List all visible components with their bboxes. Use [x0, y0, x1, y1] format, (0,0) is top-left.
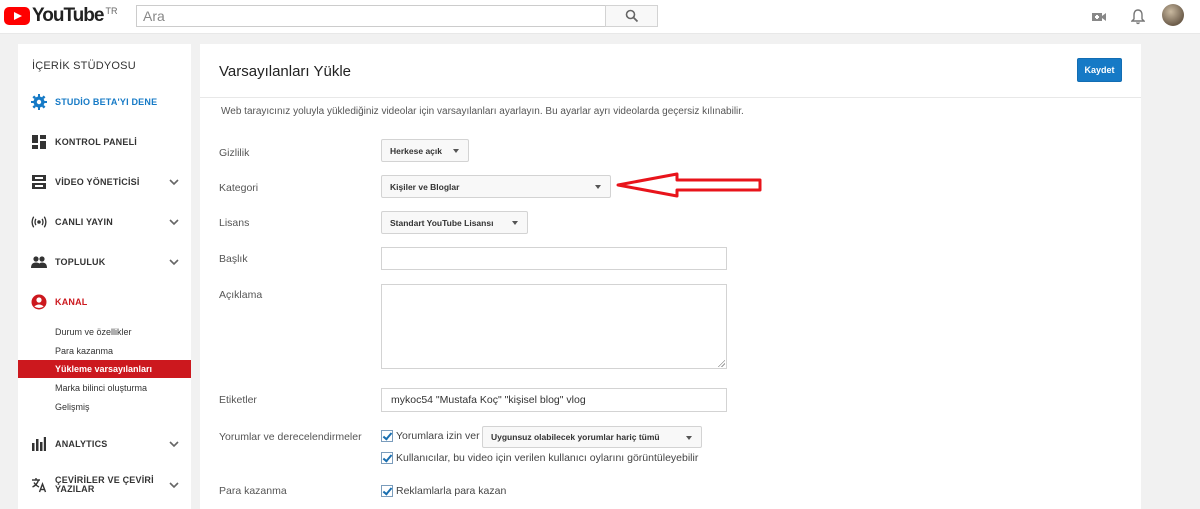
- sidebar-item-label: TOPLULUK: [55, 257, 106, 267]
- save-button[interactable]: Kaydet: [1077, 58, 1122, 82]
- search-button[interactable]: [605, 5, 658, 27]
- caret-down-icon: [686, 436, 692, 440]
- category-value: Kişiler ve Bloglar: [390, 181, 460, 192]
- comments-label: Yorumlar ve derecelendirmeler: [219, 431, 362, 443]
- category-label: Kategori: [219, 182, 259, 194]
- top-bar: YouTube TR: [0, 0, 1200, 34]
- privacy-dropdown[interactable]: Herkese açık: [381, 139, 469, 162]
- sidebar-subitem-status[interactable]: Durum ve özellikler: [18, 323, 191, 341]
- annotation-arrow: [616, 172, 762, 198]
- dashboard-icon: [31, 134, 47, 150]
- sidebar-item-label-line2: YAZILAR: [55, 484, 95, 494]
- comment-filter-value: Uygunsuz olabilecek yorumlar hariç tümü: [491, 432, 660, 442]
- sidebar-item-label: CANLI YAYIN: [55, 217, 113, 227]
- divider: [200, 97, 1141, 98]
- sidebar-item-label: STUDİO BETA'YI DENE: [55, 97, 158, 107]
- title-label: Başlık: [219, 253, 248, 265]
- chevron-down-icon[interactable]: [169, 217, 179, 227]
- youtube-play-icon: [4, 7, 30, 25]
- resize-handle[interactable]: [717, 359, 725, 367]
- ads-row[interactable]: Reklamlarla para kazan: [381, 485, 506, 497]
- description-label: Açıklama: [219, 289, 263, 301]
- allow-comments-label: Yorumlara izin ver: [396, 430, 480, 442]
- allow-comments-row[interactable]: Yorumlara izin ver: [381, 430, 480, 442]
- sidebar-item-label: ANALYTICS: [55, 439, 108, 449]
- analytics-icon: [31, 436, 47, 452]
- sidebar-item-video-manager[interactable]: VİDEO YÖNETİCİSİ: [18, 172, 191, 192]
- live-icon: [31, 214, 47, 230]
- tags-input[interactable]: mykoc54 "Mustafa Koç" "kişisel blog" vlo…: [381, 388, 727, 412]
- privacy-label: Gizlilik: [219, 147, 250, 159]
- sidebar-item-label: ÇEVİRİLER VE ÇEVİRİ YAZILAR: [55, 476, 154, 494]
- chevron-down-icon[interactable]: [169, 177, 179, 187]
- video-camera-icon[interactable]: [1089, 7, 1109, 27]
- license-label: Lisans: [219, 217, 250, 229]
- ads-checkbox[interactable]: [381, 485, 393, 497]
- ads-label: Reklamlarla para kazan: [396, 485, 507, 497]
- sidebar-subitem-branding[interactable]: Marka bilinci oluşturma: [18, 379, 191, 397]
- sidebar-item-label: KONTROL PANELİ: [55, 137, 137, 147]
- main-panel: Varsayılanları Yükle Kaydet Web tarayıcı…: [200, 44, 1141, 509]
- chevron-down-icon[interactable]: [169, 439, 179, 449]
- sidebar-subitem-upload-defaults[interactable]: Yükleme varsayılanları: [18, 360, 191, 378]
- sidebar-item-studio-beta[interactable]: STUDİO BETA'YI DENE: [18, 92, 191, 112]
- sidebar-item-translations[interactable]: ÇEVİRİLER VE ÇEVİRİ YAZILAR: [18, 474, 191, 496]
- gear-icon: [31, 94, 47, 110]
- youtube-logo[interactable]: YouTube TR: [4, 5, 118, 27]
- country-code: TR: [105, 6, 118, 16]
- tags-label: Etiketler: [219, 394, 257, 406]
- title-input[interactable]: [381, 247, 727, 270]
- page-title: Varsayılanları Yükle: [219, 63, 352, 80]
- avatar[interactable]: [1162, 4, 1184, 26]
- search-box: [136, 5, 606, 27]
- sidebar-item-label: KANAL: [55, 297, 88, 307]
- caret-down-icon: [512, 221, 518, 225]
- page-description: Web tarayıcınız yoluyla yüklediğiniz vid…: [221, 106, 744, 117]
- allow-comments-checkbox[interactable]: [381, 430, 393, 442]
- license-value: Standart YouTube Lisansı: [390, 217, 494, 228]
- search-icon: [625, 9, 638, 23]
- sidebar-item-analytics[interactable]: ANALYTICS: [18, 434, 191, 454]
- monetization-label: Para kazanma: [219, 485, 287, 497]
- sidebar-title: İÇERİK STÜDYOSU: [32, 60, 136, 72]
- description-textarea[interactable]: [381, 284, 727, 369]
- people-icon: [31, 254, 47, 270]
- translate-icon: [31, 477, 47, 493]
- sidebar-item-community[interactable]: TOPLULUK: [18, 252, 191, 272]
- bell-icon[interactable]: [1128, 7, 1148, 27]
- show-ratings-checkbox[interactable]: [381, 452, 393, 464]
- sidebar-item-channel[interactable]: KANAL: [18, 292, 191, 312]
- sidebar-item-label: VİDEO YÖNETİCİSİ: [55, 177, 140, 187]
- caret-down-icon: [453, 149, 459, 153]
- search-input[interactable]: [137, 6, 605, 26]
- video-manager-icon: [31, 174, 47, 190]
- sidebar-subitem-monetization[interactable]: Para kazanma: [18, 342, 191, 360]
- logo-text: YouTube: [32, 5, 104, 26]
- show-ratings-row[interactable]: Kullanıcılar, bu video için verilen kull…: [381, 452, 698, 464]
- show-ratings-label: Kullanıcılar, bu video için verilen kull…: [396, 452, 699, 464]
- chevron-down-icon[interactable]: [169, 257, 179, 267]
- comment-filter-dropdown[interactable]: Uygunsuz olabilecek yorumlar hariç tümü: [482, 426, 702, 448]
- channel-icon: [31, 294, 47, 310]
- sidebar-subitem-advanced[interactable]: Gelişmiş: [18, 398, 191, 416]
- caret-down-icon: [595, 185, 601, 189]
- sidebar: İÇERİK STÜDYOSU STUDİO BETA'YI DENE KONT…: [18, 44, 191, 509]
- category-dropdown[interactable]: Kişiler ve Bloglar: [381, 175, 611, 198]
- sidebar-item-live[interactable]: CANLI YAYIN: [18, 212, 191, 232]
- chevron-down-icon[interactable]: [169, 480, 179, 490]
- license-dropdown[interactable]: Standart YouTube Lisansı: [381, 211, 528, 234]
- privacy-value: Herkese açık: [390, 145, 442, 156]
- sidebar-item-dashboard[interactable]: KONTROL PANELİ: [18, 132, 191, 152]
